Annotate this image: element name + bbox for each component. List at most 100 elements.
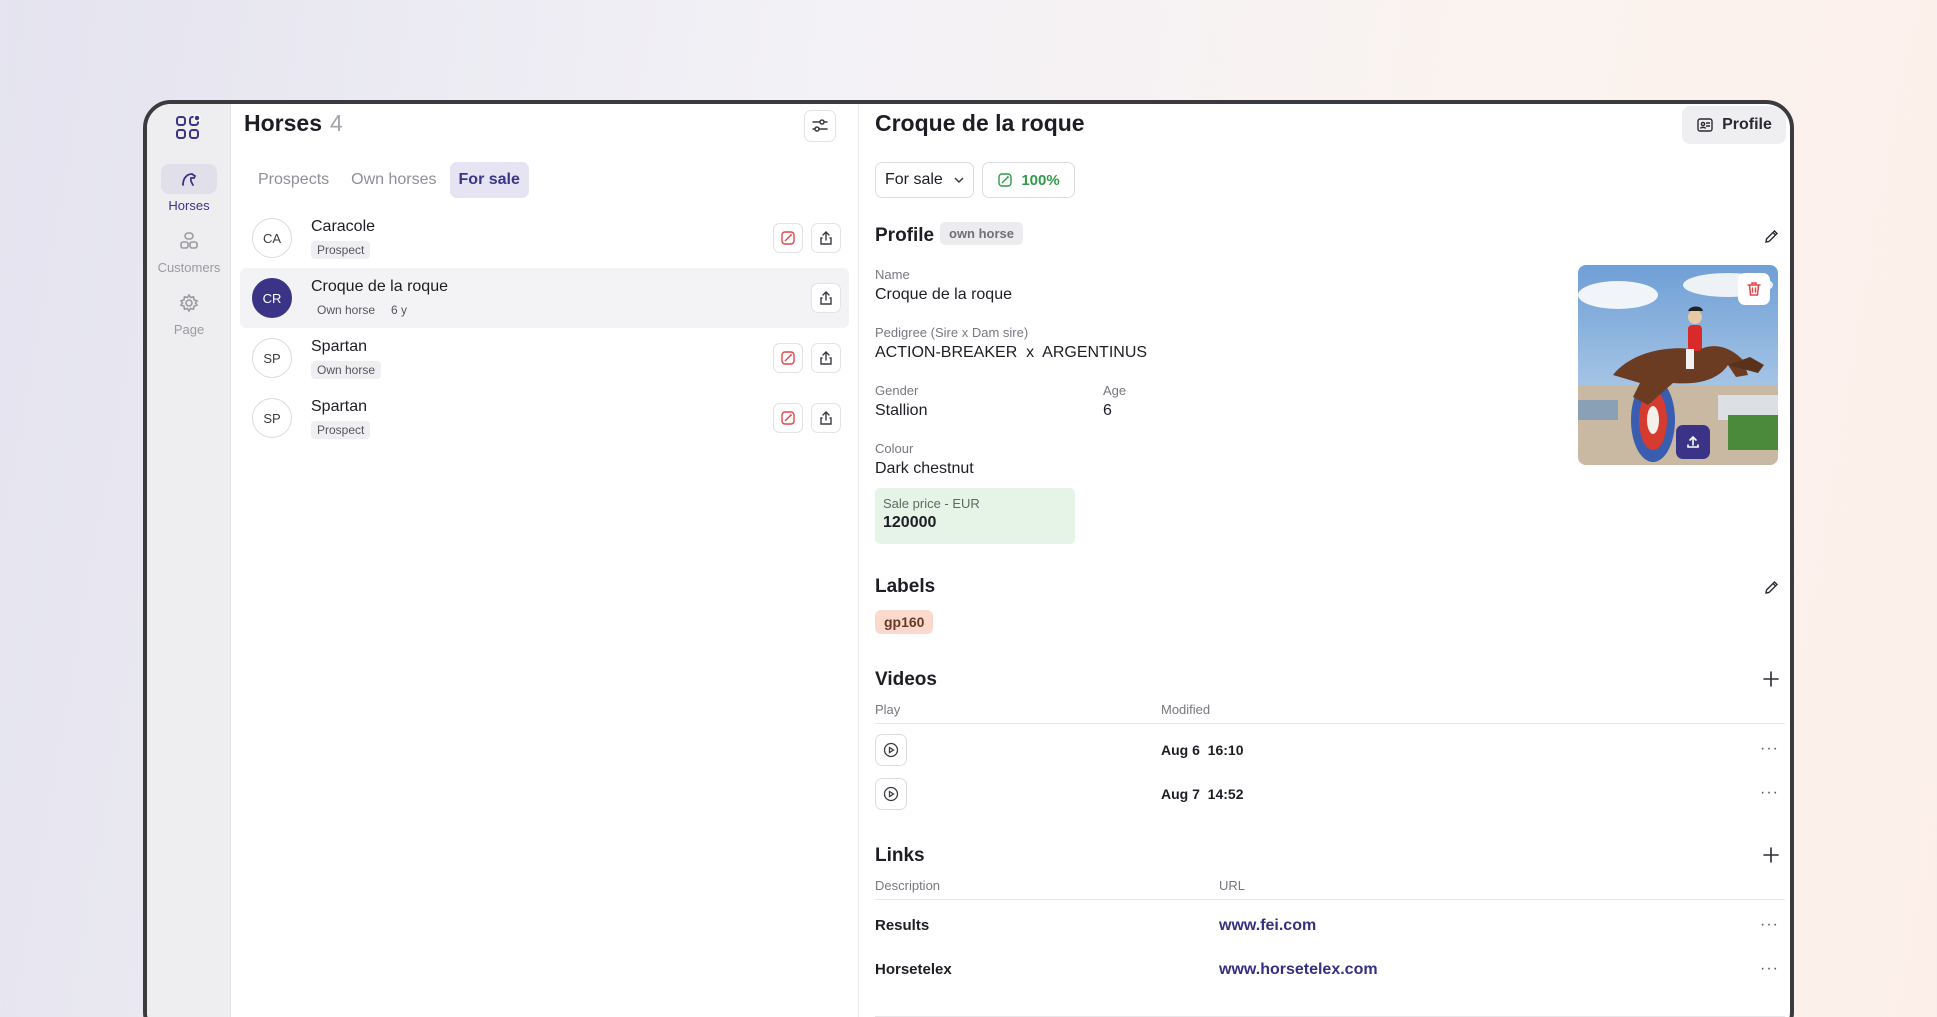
upload-photo-button[interactable] [1676,425,1710,459]
avatar: CR [252,278,292,318]
detail-title: Croque de la roque [875,110,1085,136]
customers-icon [161,226,217,256]
label-tag[interactable]: gp160 [875,610,934,634]
gender-label: Gender [875,383,919,398]
horse-row[interactable]: CR Croque de la roque Own horse 6 y [240,268,849,328]
list-tabs: Prospects Own horses For sale [249,162,529,198]
apps-grid-icon[interactable] [174,114,202,142]
name-label: Name [875,267,910,282]
tab-for-sale[interactable]: For sale [449,162,529,198]
sliders-icon [812,119,828,132]
share-button[interactable] [811,343,841,373]
sale-tag-button[interactable] [773,343,803,373]
colour-value: Dark chestnut [875,460,974,477]
table-divider [875,899,1785,900]
video-modified: Aug 7 14:52 [1161,786,1244,802]
status-chip: Own horse [311,361,382,379]
avatar: SP [252,398,292,438]
avatar: CA [252,218,292,258]
edit-labels-button[interactable] [1760,576,1782,598]
col-url: URL [1219,878,1246,893]
nav-rail: Horses Customers Page [147,104,231,1017]
name-value: Croque de la roque [875,286,1012,303]
sale-tag-button[interactable] [773,403,803,433]
share-icon [820,231,832,245]
row-menu-button[interactable]: ··· [1760,960,1779,978]
own-horse-chip: own horse [940,222,1024,245]
sale-tag-button[interactable] [773,223,803,253]
sale-price-value: 120000 [883,514,937,531]
share-button[interactable] [811,283,841,313]
horse-age: 6 y [391,303,408,317]
horse-photo [1578,265,1778,465]
share-icon [820,411,832,425]
sale-tag-icon [998,173,1013,187]
status-select-value: For sale [885,171,943,188]
rail-item-customers[interactable]: Customers [147,226,231,275]
edit-profile-button[interactable] [1760,225,1782,247]
trash-icon [1747,282,1761,296]
video-modified: Aug 6 16:10 [1161,742,1244,758]
play-icon [883,786,899,802]
app-window: Horses Customers Page Horses 4 Prospects… [143,100,1794,1017]
add-video-button[interactable] [1760,668,1782,690]
links-heading: Links [875,845,925,866]
profile-button-label: Profile [1722,116,1772,133]
share-button[interactable] [811,403,841,433]
rail-item-label: Horses [168,198,210,213]
row-menu-button[interactable]: ··· [1760,784,1779,802]
horse-detail-pane: Croque de la roque Profile For sale 100%… [860,104,1790,1017]
horse-row[interactable]: SP Spartan Own horse [240,328,849,388]
gear-icon [161,288,217,318]
plus-icon [1763,847,1779,863]
play-video-button[interactable] [875,778,907,810]
filter-button[interactable] [804,110,836,142]
status-chip: Own horse [317,303,376,317]
rail-item-page[interactable]: Page [147,288,231,337]
sale-price-field[interactable]: Sale price - EUR 120000 [875,488,1075,544]
profile-card-icon [1697,118,1713,132]
plus-icon [1763,671,1779,687]
completeness-badge: 100% [982,162,1075,198]
col-description: Description [875,878,941,893]
horse-name: Croque de la roque [311,278,448,295]
horse-row[interactable]: SP Spartan Prospect [240,388,849,448]
share-icon [820,351,832,365]
labels-heading: Labels [875,576,936,597]
row-menu-button[interactable]: ··· [1760,916,1779,934]
profile-heading: Profile [875,225,935,246]
avatar: SP [252,338,292,378]
pencil-icon [1764,229,1778,243]
rail-item-label: Page [173,322,205,337]
colour-label: Colour [875,441,914,456]
pedigree-value: ACTION-BREAKER x ARGENTINUS [875,344,1148,361]
rail-item-label: Customers [157,260,221,275]
col-modified: Modified [1161,702,1211,717]
share-button[interactable] [811,223,841,253]
age-label: Age [1103,383,1127,398]
profile-button[interactable]: Profile [1682,106,1786,144]
add-link-button[interactable] [1760,844,1782,866]
sale-price-label: Sale price - EUR [883,496,980,511]
tab-own-horses[interactable]: Own horses [342,162,445,198]
list-count: 4 [329,110,343,136]
status-chip: Prospect [311,421,371,439]
horse-row[interactable]: CA Caracole Prospect [240,208,849,268]
upload-icon [1687,435,1699,448]
sale-tag-icon [781,231,795,245]
pedigree-label: Pedigree (Sire x Dam sire) [875,325,1029,340]
videos-heading: Videos [875,669,937,690]
status-select[interactable]: For sale [875,162,974,198]
age-value: 6 [1103,402,1112,419]
delete-photo-button[interactable] [1738,273,1770,305]
horse-name: Spartan [311,338,368,355]
status-chip: Prospect [311,241,371,259]
pencil-icon [1764,580,1778,594]
row-menu-button[interactable]: ··· [1760,740,1779,758]
play-video-button[interactable] [875,734,907,766]
list-title: Horses 4 [244,110,343,137]
rail-item-horses[interactable]: Horses [147,164,231,213]
link-url[interactable]: www.fei.com [1219,917,1316,935]
tab-prospects[interactable]: Prospects [249,162,338,198]
link-url[interactable]: www.horsetelex.com [1219,961,1378,979]
